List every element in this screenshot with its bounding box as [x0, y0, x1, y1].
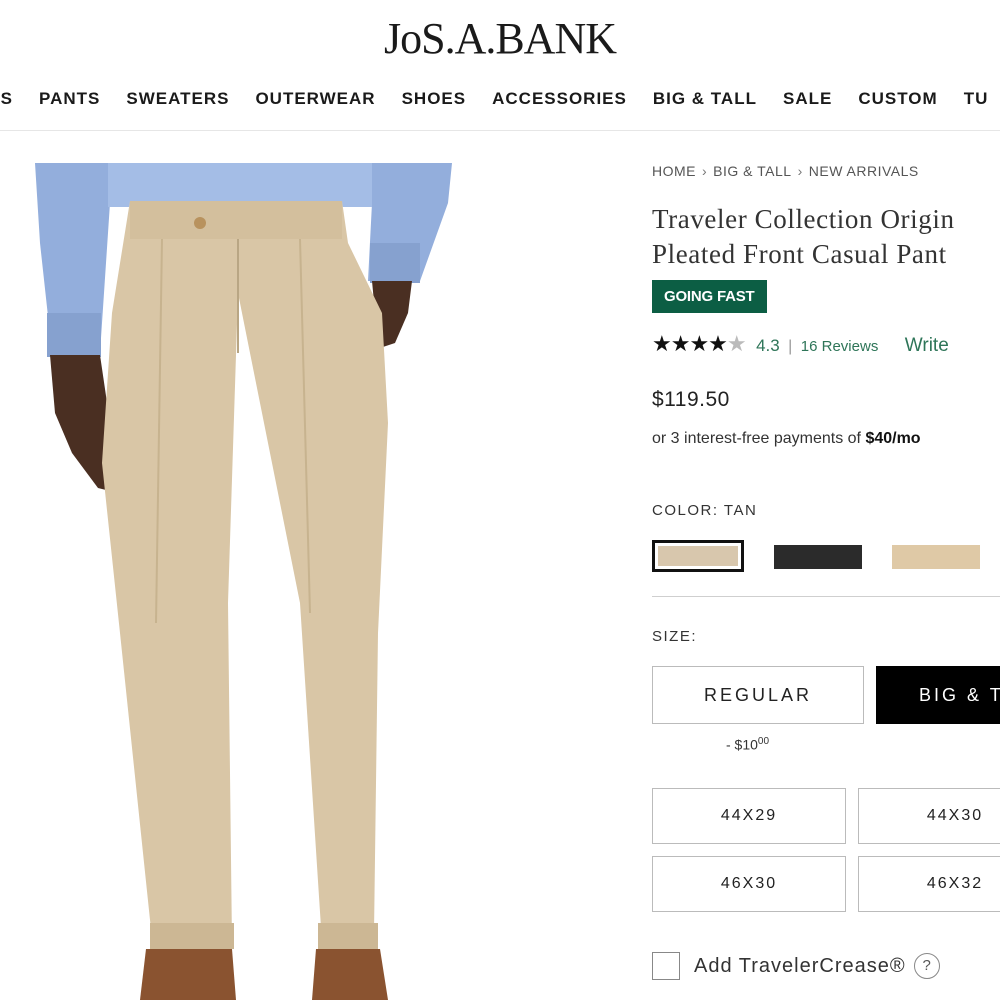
product-details: HOME › BIG & TALL › NEW ARRIVALS Traveler Co… — [652, 160, 1000, 1000]
header-divider — [0, 130, 1000, 131]
swatch-fill — [892, 545, 980, 569]
nav-item-tuxedos[interactable]: TU — [964, 86, 989, 112]
breadcrumb-new-arrivals[interactable]: NEW ARRIVALS — [809, 163, 919, 179]
breadcrumb-big-tall[interactable]: BIG & TALL — [713, 163, 791, 179]
size-label: SIZE: — [652, 628, 698, 645]
product-title: Traveler Collection Origin Pleated Front… — [652, 202, 1000, 272]
travelercrease-checkbox[interactable] — [652, 952, 680, 980]
nav-item-accessories[interactable]: ACCESSORIES — [492, 86, 627, 112]
nav-item-sweaters[interactable]: SWEATERS — [126, 86, 229, 112]
price-difference: - $1000 — [726, 736, 769, 753]
product-title-line-1: Traveler Collection Origin — [652, 204, 955, 234]
right-shoe — [312, 949, 388, 1000]
installment-amount: $40/mo — [865, 430, 921, 447]
nav-item-pants[interactable]: PANTS — [39, 86, 100, 112]
nav-item-sale[interactable]: SALE — [783, 86, 832, 112]
waist-button — [194, 217, 206, 229]
half-star-icon: ★ — [726, 331, 747, 356]
size-option[interactable]: 44X30 — [858, 788, 1000, 844]
nav-item-shirts[interactable]: RTS — [0, 86, 13, 112]
size-option[interactable]: 46X32 — [858, 856, 1000, 912]
swatch-fill — [658, 546, 738, 566]
help-icon[interactable]: ? — [913, 953, 940, 979]
nav-item-shoes[interactable]: SHOES — [402, 86, 467, 112]
right-cuff — [370, 243, 420, 283]
waistband — [130, 201, 342, 239]
pants — [102, 201, 388, 943]
installment-info: or 3 interest-free payments of $40/mo — [652, 430, 921, 448]
fit-big-tall-button[interactable]: BIG & T — [876, 666, 1000, 724]
nav-item-big-tall[interactable]: BIG & TALL — [653, 86, 757, 112]
brand-logo[interactable]: JoS.A.BANK — [0, 14, 1000, 64]
full-stars-icon: ★★★★ — [652, 331, 728, 356]
color-swatch-tan[interactable] — [652, 540, 744, 572]
left-cuff-hem — [150, 923, 234, 949]
shirt-front — [108, 163, 372, 207]
section-divider — [652, 596, 1000, 597]
left-shoe — [140, 949, 236, 1000]
reviews-link[interactable]: 16 Reviews — [801, 338, 879, 355]
product-photo — [35, 163, 452, 1000]
right-cuff-hem — [318, 923, 378, 949]
main-nav: RTS PANTS SWEATERS OUTERWEAR SHOES ACCESSORIE… — [0, 86, 1000, 112]
price-difference-amount: - $10 — [726, 736, 758, 753]
rating-separator: | — [788, 338, 793, 355]
nav-item-custom[interactable]: CUSTOM — [858, 86, 937, 112]
product-title-line-2: Pleated Front Casual Pant — [652, 239, 947, 269]
travelercrease-label: Add TravelerCrease® — [694, 955, 906, 977]
price-difference-cents: 00 — [757, 736, 770, 747]
rating-row: ★★★★★ 4.3 | 16 Reviews Write — [652, 330, 949, 358]
going-fast-badge: GOING FAST — [652, 280, 767, 313]
fit-regular-button[interactable]: REGULAR — [652, 666, 864, 724]
swatch-fill — [774, 545, 862, 569]
travelercrease-addon: Add TravelerCrease®? — [652, 950, 940, 982]
rating-value: 4.3 — [756, 336, 780, 355]
installment-text: or 3 interest-free payments of — [652, 430, 866, 447]
breadcrumb-chevron-icon: › — [797, 163, 803, 179]
left-cuff — [47, 313, 101, 357]
size-option[interactable]: 44X29 — [652, 788, 846, 844]
breadcrumb-home[interactable]: HOME — [652, 163, 696, 179]
star-rating-icon: ★★★★★ — [652, 331, 747, 356]
breadcrumb: HOME › BIG & TALL › NEW ARRIVALS — [652, 163, 919, 179]
size-option[interactable]: 46X30 — [652, 856, 846, 912]
product-image[interactable] — [0, 163, 600, 1000]
breadcrumb-chevron-icon: › — [702, 163, 708, 179]
color-label: COLOR: TAN — [652, 502, 758, 519]
color-swatch-khaki[interactable] — [892, 545, 980, 569]
nav-item-outerwear[interactable]: OUTERWEAR — [255, 86, 375, 112]
write-review-link[interactable]: Write — [905, 335, 949, 356]
product-price: $119.50 — [652, 388, 730, 411]
color-swatch-black[interactable] — [774, 545, 862, 569]
